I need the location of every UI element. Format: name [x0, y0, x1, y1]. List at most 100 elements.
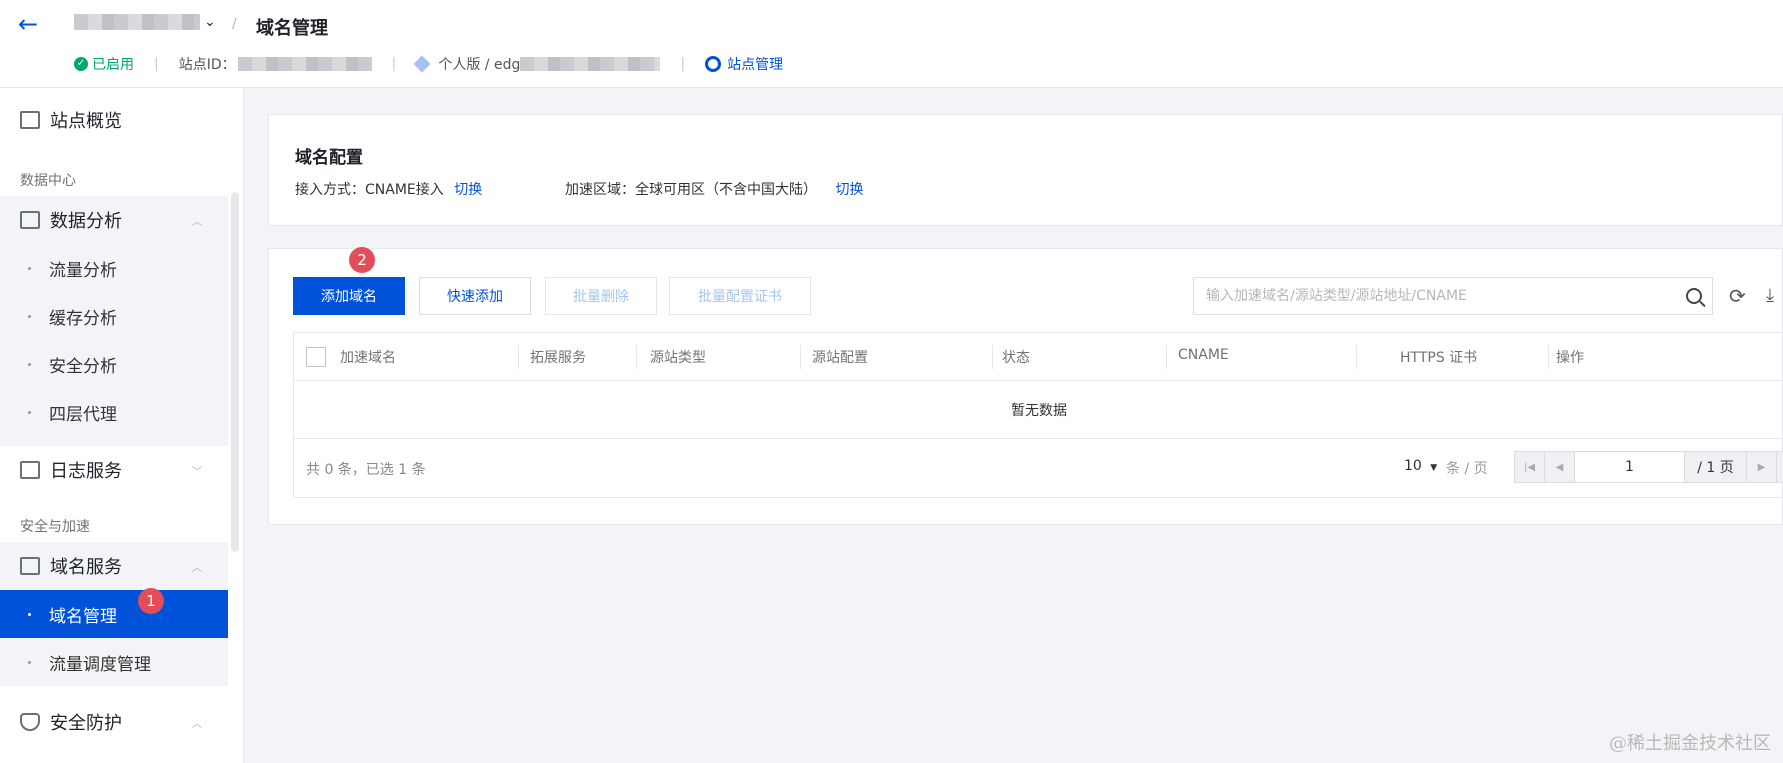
- sidebar-item-security[interactable]: 安全防护 ︿: [0, 698, 228, 746]
- pagination: |◀ ◀ / 1 页 ▶ ▶|: [1514, 451, 1783, 483]
- divider: |: [680, 56, 686, 72]
- sidebar-item-label: 数据分析: [50, 211, 122, 232]
- sidebar-subitem-traffic-scheduling[interactable]: 流量调度管理: [0, 638, 228, 686]
- server-icon: [20, 557, 40, 575]
- sidebar-item-domain-service[interactable]: 域名服务 ︿: [0, 542, 228, 590]
- column-header[interactable]: 源站类型: [650, 347, 706, 367]
- batch-cert-button[interactable]: 批量配置证书: [669, 277, 811, 315]
- check-circle-icon: ✓: [74, 57, 88, 71]
- diamond-icon: [413, 55, 431, 73]
- top-header: ← ⌄ / 域名管理 ✓ 已启用 | 站点ID： | 个人版 / edg | 站…: [0, 0, 1783, 88]
- shield-icon: [20, 713, 40, 731]
- column-header[interactable]: 拓展服务: [530, 347, 586, 367]
- site-manage-label: 站点管理: [727, 57, 784, 73]
- divider: |: [154, 56, 159, 72]
- quick-add-button[interactable]: 快速添加: [419, 277, 531, 315]
- sidebar-item-log-service[interactable]: 日志服务 ﹀: [0, 446, 228, 494]
- column-divider: [1548, 345, 1549, 369]
- sidebar-subitem-domain-management[interactable]: 域名管理: [0, 590, 228, 638]
- domain-config-card: 域名配置 接入方式：CNAME接入 切换 加速区域：全球可用区（不含中国大陆） …: [268, 114, 1783, 226]
- sidebar-subitem-label: 流量分析: [49, 260, 117, 281]
- masked-site-name: [74, 14, 200, 30]
- bullet-icon: [28, 660, 31, 664]
- site-id-label: 站点ID：: [178, 57, 236, 73]
- chevron-up-icon: ︿: [192, 718, 202, 730]
- table-header: 加速域名 拓展服务 源站类型 源站配置 状态 CNAME HTTPS 证书 操作: [294, 333, 1783, 381]
- domain-list-card: 添加域名 2 快速添加 批量删除 批量配置证书 ⟳ ⤓ 加速域名 拓展服务 源站…: [268, 247, 1783, 525]
- sidebar-item-label: 安全防护: [50, 713, 122, 734]
- column-header[interactable]: 状态: [1002, 347, 1030, 367]
- access-mode-row: 接入方式：CNAME接入 切换: [295, 179, 482, 199]
- last-page-icon[interactable]: ▶|: [1777, 452, 1783, 482]
- edition-text: 个人版 / edg: [438, 57, 521, 73]
- page-size-value: 10: [1404, 458, 1422, 474]
- column-divider: [1356, 345, 1357, 369]
- site-selector[interactable]: ⌄: [74, 14, 216, 30]
- column-divider: [518, 345, 519, 369]
- bullet-icon: [28, 266, 31, 270]
- site-meta-row: ✓ 已启用 | 站点ID： | 个人版 / edg | 站点管理: [74, 54, 783, 74]
- selection-summary: 共 0 条，已选 1 条: [306, 462, 426, 478]
- total-pages: / 1 页: [1685, 452, 1747, 482]
- sidebar-subitem-security-analysis[interactable]: 安全分析: [0, 340, 228, 388]
- prev-page-icon[interactable]: ◀: [1545, 452, 1575, 482]
- page-size-unit: 条 / 页: [1446, 461, 1488, 477]
- select-all-checkbox[interactable]: [306, 347, 326, 367]
- empty-state: 暂无数据: [294, 381, 1783, 439]
- bullet-icon: [28, 362, 31, 366]
- sidebar-item-data-analysis[interactable]: 数据分析 ︿: [0, 196, 228, 244]
- region-row: 加速区域：全球可用区（不含中国大陆） 切换: [565, 179, 863, 199]
- bullet-icon: [28, 314, 31, 318]
- domain-table: 加速域名 拓展服务 源站类型 源站配置 状态 CNAME HTTPS 证书 操作…: [293, 332, 1783, 498]
- page-number-input[interactable]: [1575, 452, 1685, 482]
- step-badge-2: 2: [349, 247, 375, 273]
- page-size-select[interactable]: 10 ▼: [1404, 458, 1437, 474]
- status-text: 已启用: [92, 57, 134, 73]
- bullet-icon: [28, 410, 31, 414]
- column-divider: [800, 345, 801, 369]
- column-divider: [636, 345, 637, 369]
- next-page-icon[interactable]: ▶: [1747, 452, 1777, 482]
- sidebar-subitem-label: 流量调度管理: [49, 654, 151, 675]
- log-list-icon: [20, 461, 40, 479]
- region-switch-link[interactable]: 切换: [835, 182, 863, 198]
- sidebar-item-label: 日志服务: [50, 461, 122, 482]
- sidebar-subitem-traffic[interactable]: 流量分析: [0, 244, 228, 292]
- sidebar-subitem-label: 安全分析: [49, 356, 117, 377]
- refresh-icon[interactable]: ⟳: [1729, 286, 1746, 306]
- sidebar-group-label: 数据中心: [20, 173, 76, 189]
- access-switch-link[interactable]: 切换: [454, 182, 482, 198]
- site-manage-link[interactable]: 站点管理: [705, 54, 783, 74]
- batch-delete-button[interactable]: 批量删除: [545, 277, 657, 315]
- sidebar-item-label: 站点概览: [50, 111, 122, 132]
- search-icon[interactable]: [1686, 288, 1702, 304]
- sidebar-subitem-cache[interactable]: 缓存分析: [0, 292, 228, 340]
- search-input[interactable]: [1206, 288, 1666, 304]
- sidebar-subitem-label: 域名管理: [49, 606, 117, 627]
- column-header[interactable]: 源站配置: [812, 347, 868, 367]
- column-header[interactable]: 操作: [1556, 347, 1584, 367]
- gear-icon: [705, 56, 722, 72]
- monitor-icon: [20, 211, 40, 229]
- add-domain-button[interactable]: 添加域名: [293, 277, 405, 315]
- first-page-icon[interactable]: |◀: [1515, 452, 1545, 482]
- column-header[interactable]: 加速域名: [340, 347, 396, 367]
- sidebar-item-overview[interactable]: 站点概览: [0, 96, 228, 144]
- dashboard-icon: [20, 111, 40, 129]
- bullet-icon: [28, 612, 31, 616]
- caret-down-icon: ▼: [1430, 463, 1438, 473]
- divider: |: [391, 56, 397, 72]
- sidebar-item-label: 域名服务: [50, 557, 122, 578]
- chevron-up-icon: ︿: [192, 216, 202, 228]
- sidebar-scrollbar[interactable]: [231, 192, 239, 552]
- chevron-down-icon: ⌄: [204, 14, 216, 30]
- back-arrow-icon[interactable]: ←: [18, 12, 42, 36]
- column-header[interactable]: HTTPS 证书: [1400, 347, 1477, 367]
- breadcrumb-separator: /: [232, 16, 237, 32]
- sidebar-subitem-l4-proxy[interactable]: 四层代理: [0, 388, 228, 436]
- download-icon[interactable]: ⤓: [1766, 285, 1774, 306]
- sidebar-subitem-label: 缓存分析: [49, 308, 117, 329]
- column-header[interactable]: CNAME: [1178, 347, 1229, 363]
- search-field[interactable]: [1193, 277, 1713, 315]
- watermark: @稀土掘金技术社区: [1609, 733, 1771, 754]
